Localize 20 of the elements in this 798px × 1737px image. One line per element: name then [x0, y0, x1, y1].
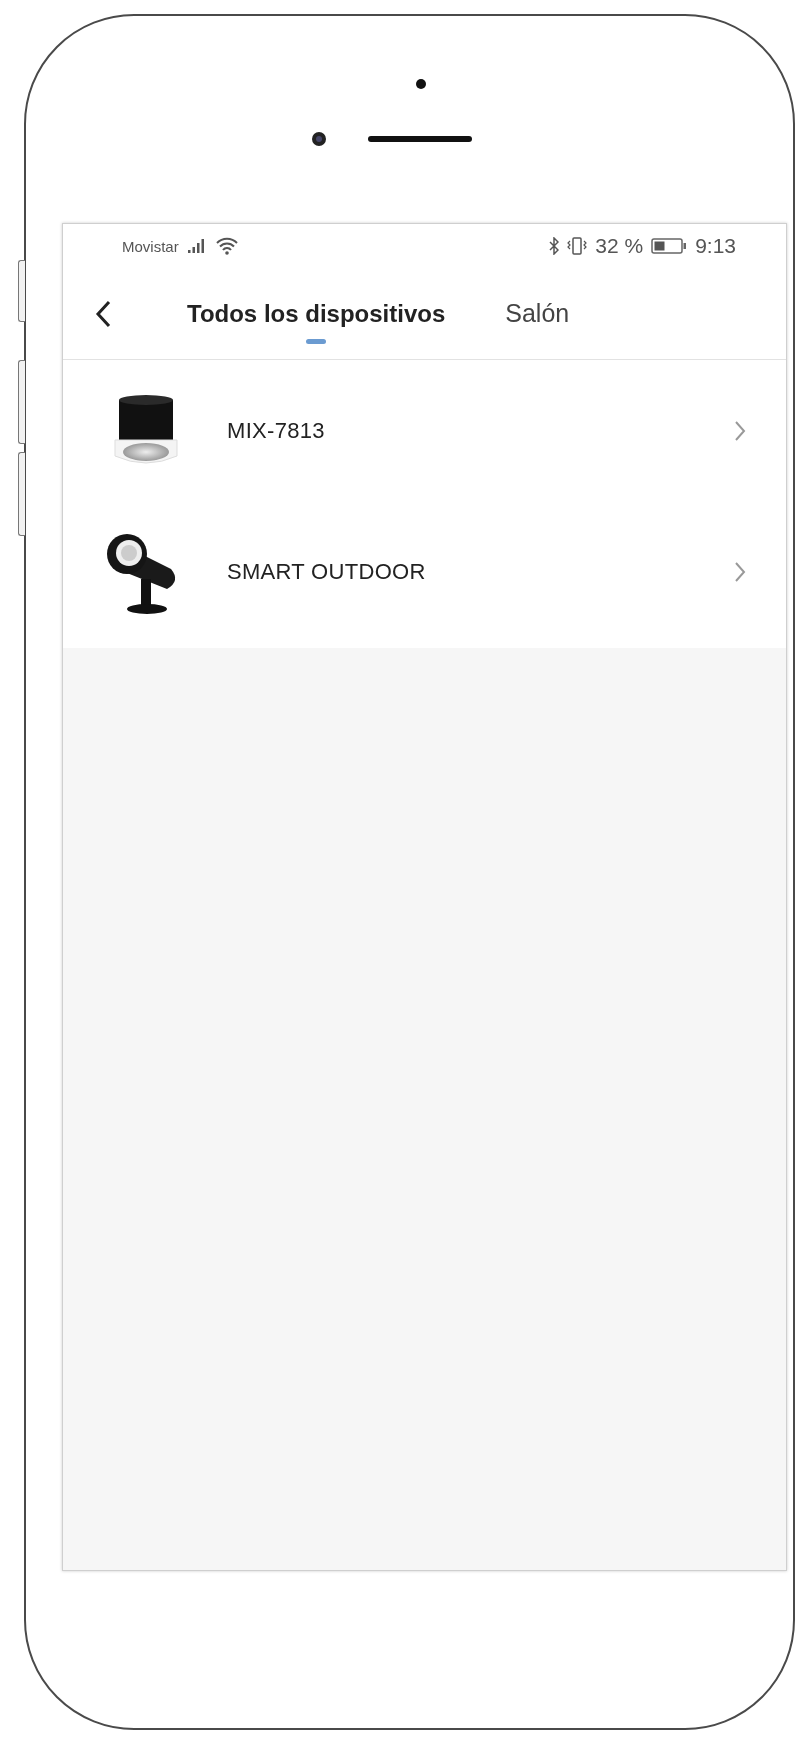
chevron-right-icon: [734, 560, 746, 583]
camera-icon: [311, 131, 327, 147]
device-name: MIX-7813: [227, 417, 326, 444]
device-row[interactable]: MIX-7813: [63, 360, 786, 501]
battery-percent: 32 %: [595, 234, 644, 258]
sensor-dot-icon: [416, 79, 426, 89]
battery-icon: [651, 238, 688, 254]
chevron-right-icon: [734, 419, 746, 442]
signal-icon: [186, 238, 207, 254]
tab-indicator: [306, 338, 327, 344]
device-name: SMART OUTDOOR: [227, 558, 427, 585]
carrier-label: Movistar: [122, 237, 179, 255]
bluetooth-icon: [549, 237, 560, 255]
vibrate-icon: [567, 237, 588, 255]
device-row[interactable]: SMART OUTDOOR: [63, 501, 786, 642]
back-icon: [95, 299, 111, 328]
clock-time: 9:13: [695, 234, 736, 258]
wifi-icon: [214, 237, 239, 255]
room-tab[interactable]: Salón: [505, 293, 570, 334]
room-tab[interactable]: Todos los dispositivos: [187, 293, 446, 334]
